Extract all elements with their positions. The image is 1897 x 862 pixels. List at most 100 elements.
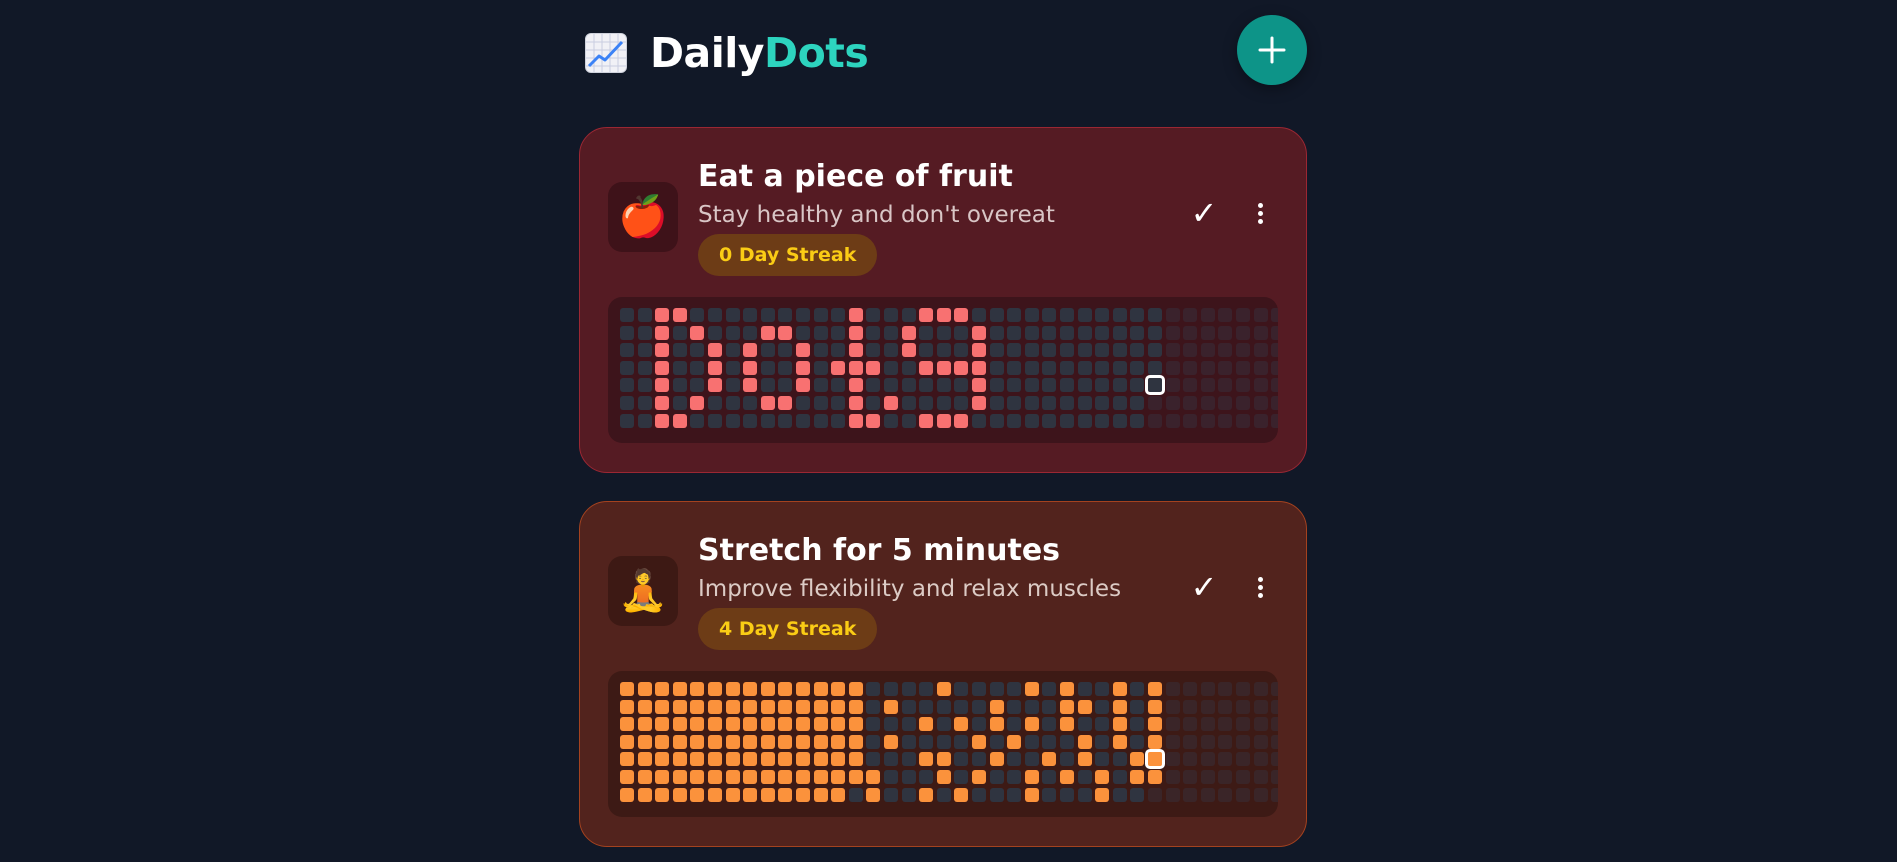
day-dot[interactable] (725, 378, 740, 393)
day-dot[interactable] (1165, 682, 1180, 696)
day-dot[interactable] (1095, 378, 1110, 393)
complete-button[interactable]: ✓ (1179, 562, 1229, 612)
day-dot[interactable] (1007, 787, 1022, 802)
day-dot[interactable] (972, 699, 986, 714)
day-dot[interactable] (1218, 717, 1233, 732)
day-dot[interactable] (1218, 787, 1233, 802)
day-dot[interactable] (1007, 717, 1022, 732)
day-dot[interactable] (1236, 699, 1250, 714)
day-dot[interactable] (1007, 699, 1022, 714)
day-dot[interactable] (1024, 308, 1039, 322)
day-dot[interactable] (760, 360, 775, 375)
day-dot[interactable] (884, 734, 898, 749)
day-dot[interactable] (1077, 682, 1092, 696)
day-dot[interactable] (1130, 308, 1145, 322)
day-dot[interactable] (1236, 325, 1250, 340)
day-dot[interactable] (1077, 343, 1092, 358)
day-dot[interactable] (989, 699, 1004, 714)
day-dot[interactable] (1007, 396, 1022, 410)
day-dot[interactable] (989, 378, 1004, 393)
day-dot[interactable] (919, 734, 934, 749)
day-dot[interactable] (884, 360, 898, 375)
day-dot[interactable] (778, 396, 793, 410)
day-dot[interactable] (1042, 787, 1057, 802)
day-dot[interactable] (1148, 787, 1162, 802)
day-dot[interactable] (637, 413, 652, 428)
day-dot[interactable] (936, 682, 951, 696)
day-dot[interactable] (655, 413, 670, 428)
day-dot[interactable] (1130, 787, 1145, 802)
day-dot[interactable] (1183, 682, 1198, 696)
day-dot[interactable] (1148, 734, 1162, 749)
day-dot[interactable] (1060, 325, 1074, 340)
day-dot[interactable] (796, 752, 810, 767)
day-dot[interactable] (760, 752, 775, 767)
day-dot[interactable] (919, 360, 934, 375)
day-dot[interactable] (1042, 378, 1057, 393)
day-dot[interactable] (778, 413, 793, 428)
day-dot[interactable] (725, 396, 740, 410)
day-dot[interactable] (901, 752, 916, 767)
day-dot[interactable] (1165, 396, 1180, 410)
day-dot[interactable] (1077, 734, 1092, 749)
day-dot[interactable] (866, 308, 881, 322)
day-dot[interactable] (725, 734, 740, 749)
day-dot[interactable] (989, 682, 1004, 696)
day-dot[interactable] (1148, 682, 1162, 696)
day-dot[interactable] (848, 413, 863, 428)
day-dot[interactable] (1112, 378, 1127, 393)
day-dot[interactable] (1060, 378, 1074, 393)
day-dot[interactable] (831, 413, 846, 428)
day-dot[interactable] (954, 717, 969, 732)
day-dot[interactable] (1165, 325, 1180, 340)
day-dot[interactable] (936, 734, 951, 749)
day-dot[interactable] (708, 396, 722, 410)
day-dot[interactable] (1007, 752, 1022, 767)
day-dot[interactable] (655, 343, 670, 358)
day-dot[interactable] (1042, 308, 1057, 322)
day-dot[interactable] (1148, 360, 1162, 375)
day-dot[interactable] (620, 699, 634, 714)
day-dot[interactable] (1007, 378, 1022, 393)
day-dot[interactable] (708, 699, 722, 714)
day-dot[interactable] (708, 752, 722, 767)
day-dot[interactable] (1060, 682, 1074, 696)
day-dot[interactable] (1271, 787, 1278, 802)
day-dot[interactable] (1007, 343, 1022, 358)
day-dot[interactable] (690, 770, 705, 784)
day-dot[interactable] (936, 717, 951, 732)
day-dot[interactable] (655, 752, 670, 767)
day-dot[interactable] (1060, 717, 1074, 732)
day-dot[interactable] (708, 734, 722, 749)
day-dot[interactable] (725, 717, 740, 732)
day-dot[interactable] (620, 787, 634, 802)
day-dot[interactable] (725, 787, 740, 802)
day-dot[interactable] (655, 308, 670, 322)
day-dot[interactable] (708, 360, 722, 375)
day-dot[interactable] (972, 325, 986, 340)
day-dot[interactable] (1200, 770, 1215, 784)
day-dot[interactable] (1077, 413, 1092, 428)
day-dot[interactable] (725, 413, 740, 428)
day-dot[interactable] (655, 325, 670, 340)
day-dot[interactable] (936, 699, 951, 714)
day-dot[interactable] (1007, 413, 1022, 428)
day-dot[interactable] (708, 413, 722, 428)
day-dot[interactable] (1271, 308, 1278, 322)
day-dot[interactable] (1024, 378, 1039, 393)
day-dot[interactable] (1077, 787, 1092, 802)
day-dot[interactable] (1271, 413, 1278, 428)
day-dot[interactable] (848, 343, 863, 358)
day-dot[interactable] (901, 413, 916, 428)
day-dot[interactable] (936, 396, 951, 410)
day-dot[interactable] (866, 699, 881, 714)
day-dot[interactable] (796, 360, 810, 375)
day-dot[interactable] (1148, 413, 1162, 428)
day-dot[interactable] (848, 770, 863, 784)
day-dot[interactable] (1077, 325, 1092, 340)
day-dot[interactable] (1271, 325, 1278, 340)
day-dot[interactable] (743, 378, 758, 393)
day-dot[interactable] (690, 378, 705, 393)
day-dot[interactable] (989, 308, 1004, 322)
day-dot[interactable] (1236, 752, 1250, 767)
